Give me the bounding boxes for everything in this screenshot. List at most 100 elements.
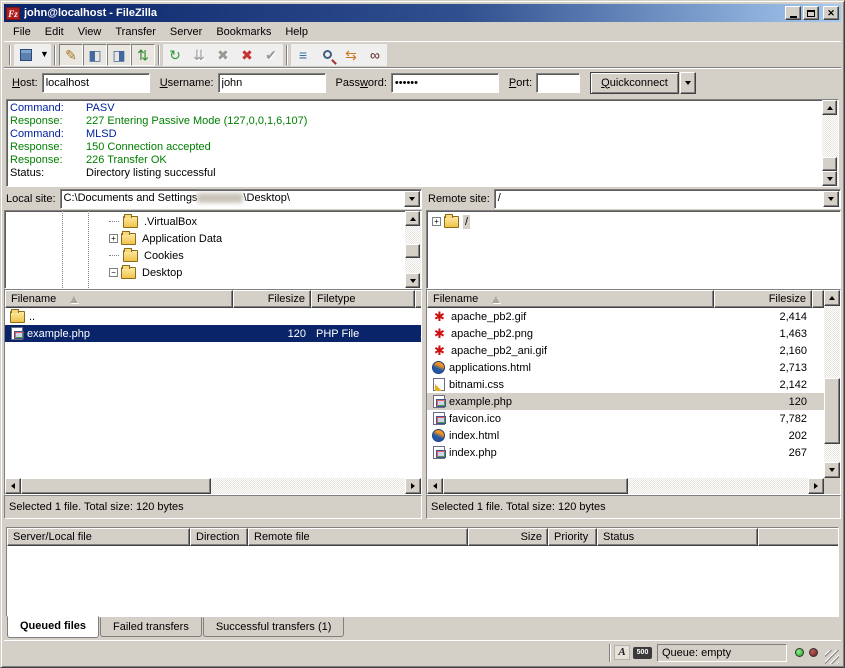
scroll-thumb[interactable]	[21, 478, 211, 494]
scroll-track[interactable]	[405, 258, 421, 273]
scroll-right-button[interactable]	[405, 478, 421, 494]
tree-item-label[interactable]: Cookies	[142, 249, 186, 263]
tree-item-label[interactable]: /	[463, 215, 470, 229]
local-list-hscrollbar[interactable]	[5, 478, 421, 494]
scroll-up-button[interactable]	[822, 100, 837, 115]
local-site-dropdown-button[interactable]	[404, 191, 420, 207]
scroll-thumb[interactable]	[824, 378, 840, 444]
toggle-transfer-queue-button[interactable]: ⇅	[131, 44, 155, 66]
toggle-local-tree-button[interactable]: ◧	[83, 44, 107, 66]
column-header-last-modified[interactable]: Last modified	[415, 290, 421, 308]
column-header-status[interactable]: Status	[597, 528, 758, 546]
disconnect-button[interactable]: ✖	[235, 44, 259, 66]
filter-button[interactable]: ≡	[291, 44, 315, 66]
message-log-scrollbar[interactable]	[822, 100, 838, 186]
tree-item-desktop[interactable]: − Desktop	[5, 264, 405, 281]
host-input[interactable]	[42, 73, 150, 93]
menu-item-view[interactable]: View	[71, 24, 109, 40]
scroll-track[interactable]	[211, 478, 405, 494]
toggle-remote-tree-button[interactable]: ◨	[107, 44, 131, 66]
tab-queued-files[interactable]: Queued files	[7, 616, 99, 638]
close-button[interactable]: ✕	[823, 6, 839, 20]
scroll-down-button[interactable]	[822, 171, 837, 186]
tree-item-label[interactable]: Application Data	[140, 232, 224, 246]
scroll-thumb[interactable]	[405, 244, 420, 258]
file-row-example-php[interactable]: example.php120	[427, 393, 824, 410]
column-header-blank[interactable]	[758, 528, 838, 546]
scroll-track[interactable]	[628, 478, 808, 494]
password-input[interactable]	[391, 73, 499, 93]
remote-list-hscrollbar[interactable]	[427, 478, 824, 494]
quickconnect-button[interactable]: Quickconnect	[590, 72, 679, 94]
tree-item-application-data[interactable]: + Application Data	[5, 230, 405, 247]
scroll-thumb[interactable]	[443, 478, 628, 494]
tree-expander[interactable]: −	[109, 268, 118, 277]
remote-site-combobox[interactable]: /	[494, 189, 841, 209]
scroll-up-button[interactable]	[405, 211, 420, 226]
scroll-down-button[interactable]	[824, 462, 840, 478]
tree-item-root[interactable]: +/	[427, 213, 840, 230]
column-header-direction[interactable]: Direction	[190, 528, 248, 546]
file-row-index-php[interactable]: index.php267	[427, 444, 824, 461]
column-header-server-local-file[interactable]: Server/Local file	[7, 528, 190, 546]
maximize-button[interactable]	[803, 6, 819, 20]
column-header-filename[interactable]: Filename	[5, 290, 233, 308]
find-files-button[interactable]: ∞	[363, 44, 387, 66]
tree-expander[interactable]: +	[432, 217, 441, 226]
site-manager-button[interactable]	[14, 44, 38, 66]
file-row-example-php[interactable]: example.php120PHP File1	[5, 325, 421, 342]
resize-grip-icon[interactable]	[825, 650, 839, 664]
remote-site-path[interactable]: /	[495, 190, 822, 208]
menu-item-edit[interactable]: Edit	[38, 24, 71, 40]
file-row-index-html[interactable]: index.html202	[427, 427, 824, 444]
site-manager-dropdown-button[interactable]: ▼	[38, 44, 51, 66]
tree-item-label[interactable]: .VirtualBox	[142, 215, 199, 229]
file-row-bitnami-css[interactable]: bitnami.css2,142	[427, 376, 824, 393]
file-row-applications-html[interactable]: applications.html2,713	[427, 359, 824, 376]
scroll-up-button[interactable]	[824, 290, 840, 306]
quickconnect-dropdown-button[interactable]	[680, 72, 696, 94]
cancel-button[interactable]: ✖	[211, 44, 235, 66]
column-header-remote-file[interactable]: Remote file	[248, 528, 468, 546]
scroll-thumb[interactable]	[822, 157, 837, 171]
tree-item-cookies[interactable]: Cookies	[5, 247, 405, 264]
remote-site-dropdown-button[interactable]	[823, 191, 839, 207]
scroll-track[interactable]	[824, 444, 840, 462]
scroll-down-button[interactable]	[405, 273, 420, 288]
scroll-track[interactable]	[405, 226, 421, 244]
column-header-filesize[interactable]: Filesize	[714, 290, 812, 308]
synchronized-browsing-button[interactable]: ⇆	[339, 44, 363, 66]
speed-limit-icon[interactable]: 500	[633, 647, 652, 659]
scroll-track[interactable]	[824, 306, 840, 378]
scroll-track[interactable]	[822, 115, 838, 157]
local-site-combobox[interactable]: C:\Documents and Settings\Desktop\	[60, 189, 422, 209]
column-header-size[interactable]: Size	[468, 528, 548, 546]
menu-item-file[interactable]: File	[6, 24, 38, 40]
column-header-filetype[interactable]: Filetype	[311, 290, 415, 308]
reconnect-button[interactable]: ✔	[259, 44, 283, 66]
file-row-apache-pb2-ani-gif[interactable]: ✱apache_pb2_ani.gif2,160	[427, 342, 824, 359]
file-row-favicon-ico[interactable]: favicon.ico7,782	[427, 410, 824, 427]
file-row-apache-pb2-png[interactable]: ✱apache_pb2.png1,463	[427, 325, 824, 342]
queue-splitter[interactable]	[4, 519, 841, 527]
tree-expander[interactable]: +	[109, 234, 118, 243]
column-header-priority[interactable]: Priority	[548, 528, 597, 546]
username-input[interactable]	[218, 73, 326, 93]
filter-indicator-icon[interactable]: A	[614, 645, 630, 660]
local-site-path[interactable]: C:\Documents and Settings\Desktop\	[61, 190, 403, 208]
refresh-button[interactable]: ↻	[163, 44, 187, 66]
scroll-left-button[interactable]	[427, 478, 443, 494]
minimize-button[interactable]	[785, 6, 801, 20]
menu-item-transfer[interactable]: Transfer	[108, 24, 163, 40]
column-header-filename[interactable]: Filename	[427, 290, 714, 308]
menu-item-help[interactable]: Help	[278, 24, 315, 40]
tab-successful-transfers-1-[interactable]: Successful transfers (1)	[203, 617, 345, 637]
column-header-filesize[interactable]: Filesize	[233, 290, 311, 308]
directory-comparison-button[interactable]	[315, 44, 339, 66]
file-row-apache-pb2-gif[interactable]: ✱apache_pb2.gif2,414	[427, 308, 824, 325]
menu-item-bookmarks[interactable]: Bookmarks	[209, 24, 278, 40]
tree-item-label[interactable]: Desktop	[140, 266, 184, 280]
menu-item-server[interactable]: Server	[163, 24, 209, 40]
process-queue-button[interactable]: ⇊	[187, 44, 211, 66]
port-input[interactable]	[536, 73, 580, 93]
